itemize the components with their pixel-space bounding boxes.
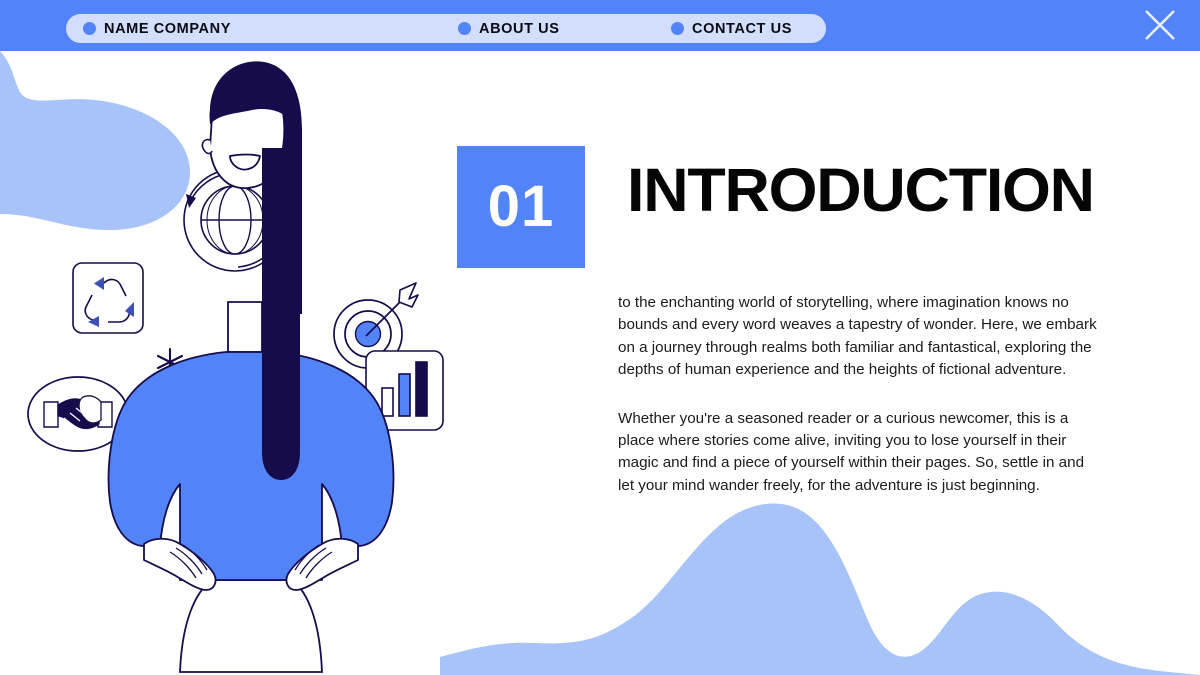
nav-item-label: NAME COMPANY [104, 20, 231, 37]
section-number-badge: 01 [457, 146, 585, 268]
nav-item-name-company[interactable]: NAME COMPANY [83, 21, 231, 37]
nav-item-about-us[interactable]: ABOUT US [458, 21, 560, 37]
nav-pill-container: NAME COMPANY ABOUT US CONTACT US [66, 14, 826, 43]
recycle-icon [72, 262, 144, 334]
dot-icon [671, 22, 684, 35]
section-title-row: 01 INTRODUCTION [457, 146, 1157, 268]
section-body: to the enchanting world of storytelling,… [618, 292, 1103, 497]
body-paragraph: Whether you're a seasoned reader or a cu… [618, 409, 1085, 494]
section-number-text: 01 [487, 174, 555, 239]
close-icon[interactable] [1142, 7, 1178, 43]
top-navbar: NAME COMPANY ABOUT US CONTACT US [0, 0, 1200, 51]
body-paragraph: to the enchanting world of storytelling,… [618, 294, 1097, 379]
nav-item-contact-us[interactable]: CONTACT US [671, 21, 792, 37]
illustration-cluster [27, 61, 444, 673]
dot-icon [458, 22, 471, 35]
nav-item-label: ABOUT US [479, 20, 560, 37]
nav-item-label: CONTACT US [692, 20, 792, 37]
dot-icon [83, 22, 96, 35]
section-content: 01 INTRODUCTION to the enchanting world … [457, 146, 1157, 497]
slide-canvas: NAME COMPANY ABOUT US CONTACT US 01 INTR… [0, 0, 1200, 675]
page-title: INTRODUCTION [627, 156, 1095, 224]
wave-bottom-right-decoration [440, 503, 1200, 675]
person-illustration [107, 61, 395, 673]
